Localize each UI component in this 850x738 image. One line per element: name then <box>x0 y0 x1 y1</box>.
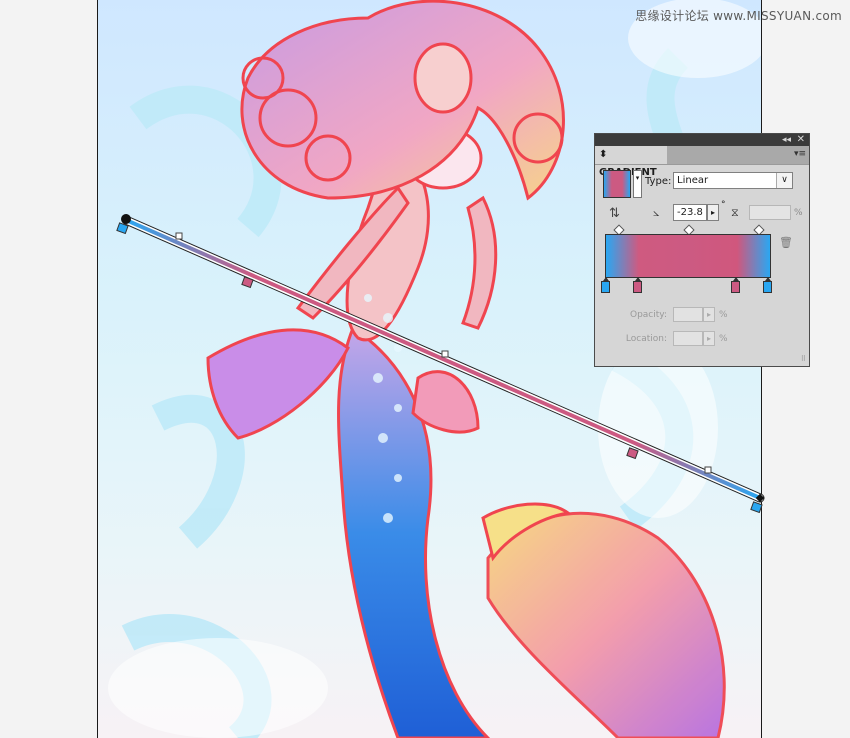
gradient-annotator[interactable] <box>0 0 850 736</box>
opacity-stepper: ▸ <box>703 307 715 322</box>
gradient-stop-1[interactable] <box>601 277 610 293</box>
trash-icon[interactable]: 🗑 <box>779 236 793 249</box>
collapse-icon[interactable]: ◂◂ <box>782 134 791 146</box>
document-canvas[interactable]: 思缘设计论坛 www.MISSYUAN.com ◂◂ ✕ ⬍ GRADIENT … <box>0 0 850 738</box>
panel-menu-icon[interactable]: ▾≡ <box>794 149 806 159</box>
close-icon[interactable]: ✕ <box>797 134 805 146</box>
gradient-ramp[interactable] <box>605 234 771 278</box>
swatch-dropdown-icon[interactable]: ▾ <box>633 170 642 198</box>
opacity-label: Opacity: <box>630 310 667 320</box>
bar-midpoint-3[interactable] <box>704 466 712 474</box>
gradient-origin-handle[interactable] <box>121 214 131 224</box>
location-label: Location: <box>625 334 667 344</box>
gradient-stop-2[interactable] <box>633 277 643 293</box>
ramp-stops <box>601 277 781 295</box>
bar-midpoint-1[interactable] <box>175 232 183 240</box>
panel-tab-row: ⬍ GRADIENT ▾≡ <box>595 146 809 178</box>
location-stepper: ▸ <box>703 331 715 346</box>
angle-stepper[interactable]: ▸ <box>707 204 719 221</box>
location-input <box>673 331 703 346</box>
angle-icon: ⦣ <box>653 206 660 219</box>
aspect-ratio-input <box>749 205 791 220</box>
gradient-panel[interactable]: ◂◂ ✕ ⬍ GRADIENT ▾≡ ▾ Type: Linear ∨ ⇅ ⦣ … <box>594 133 810 367</box>
resize-grip-icon[interactable]: ⠿ <box>801 355 806 363</box>
location-unit: % <box>719 334 728 344</box>
aspect-unit: % <box>794 208 803 218</box>
tab-stepper-icon: ⬍ <box>599 149 608 160</box>
reverse-gradient-icon[interactable]: ⇅ <box>609 206 620 221</box>
bar-stop-3[interactable] <box>626 447 639 460</box>
type-select[interactable]: Linear ∨ <box>673 172 793 189</box>
watermark: 思缘设计论坛 www.MISSYUAN.com <box>635 9 842 23</box>
opacity-unit: % <box>719 310 728 320</box>
aspect-ratio-icon: ⧖ <box>731 206 739 219</box>
panel-topbar[interactable]: ◂◂ ✕ <box>595 134 809 146</box>
gradient-swatch[interactable] <box>603 170 631 198</box>
tab-gradient[interactable]: ⬍ GRADIENT <box>595 146 667 178</box>
type-select-value: Linear <box>677 175 709 186</box>
gradient-stop-4[interactable] <box>763 277 772 293</box>
angle-input[interactable]: -23.8 <box>673 204 707 221</box>
bar-stop-4[interactable] <box>750 501 763 514</box>
bar-midpoint-2[interactable] <box>441 350 449 358</box>
ramp-midpoints <box>605 224 775 236</box>
chevron-down-icon[interactable]: ∨ <box>776 173 792 188</box>
degree-symbol: ° <box>721 200 726 210</box>
type-label: Type: <box>645 176 672 187</box>
gradient-stop-3[interactable] <box>730 277 740 293</box>
opacity-input <box>673 307 703 322</box>
